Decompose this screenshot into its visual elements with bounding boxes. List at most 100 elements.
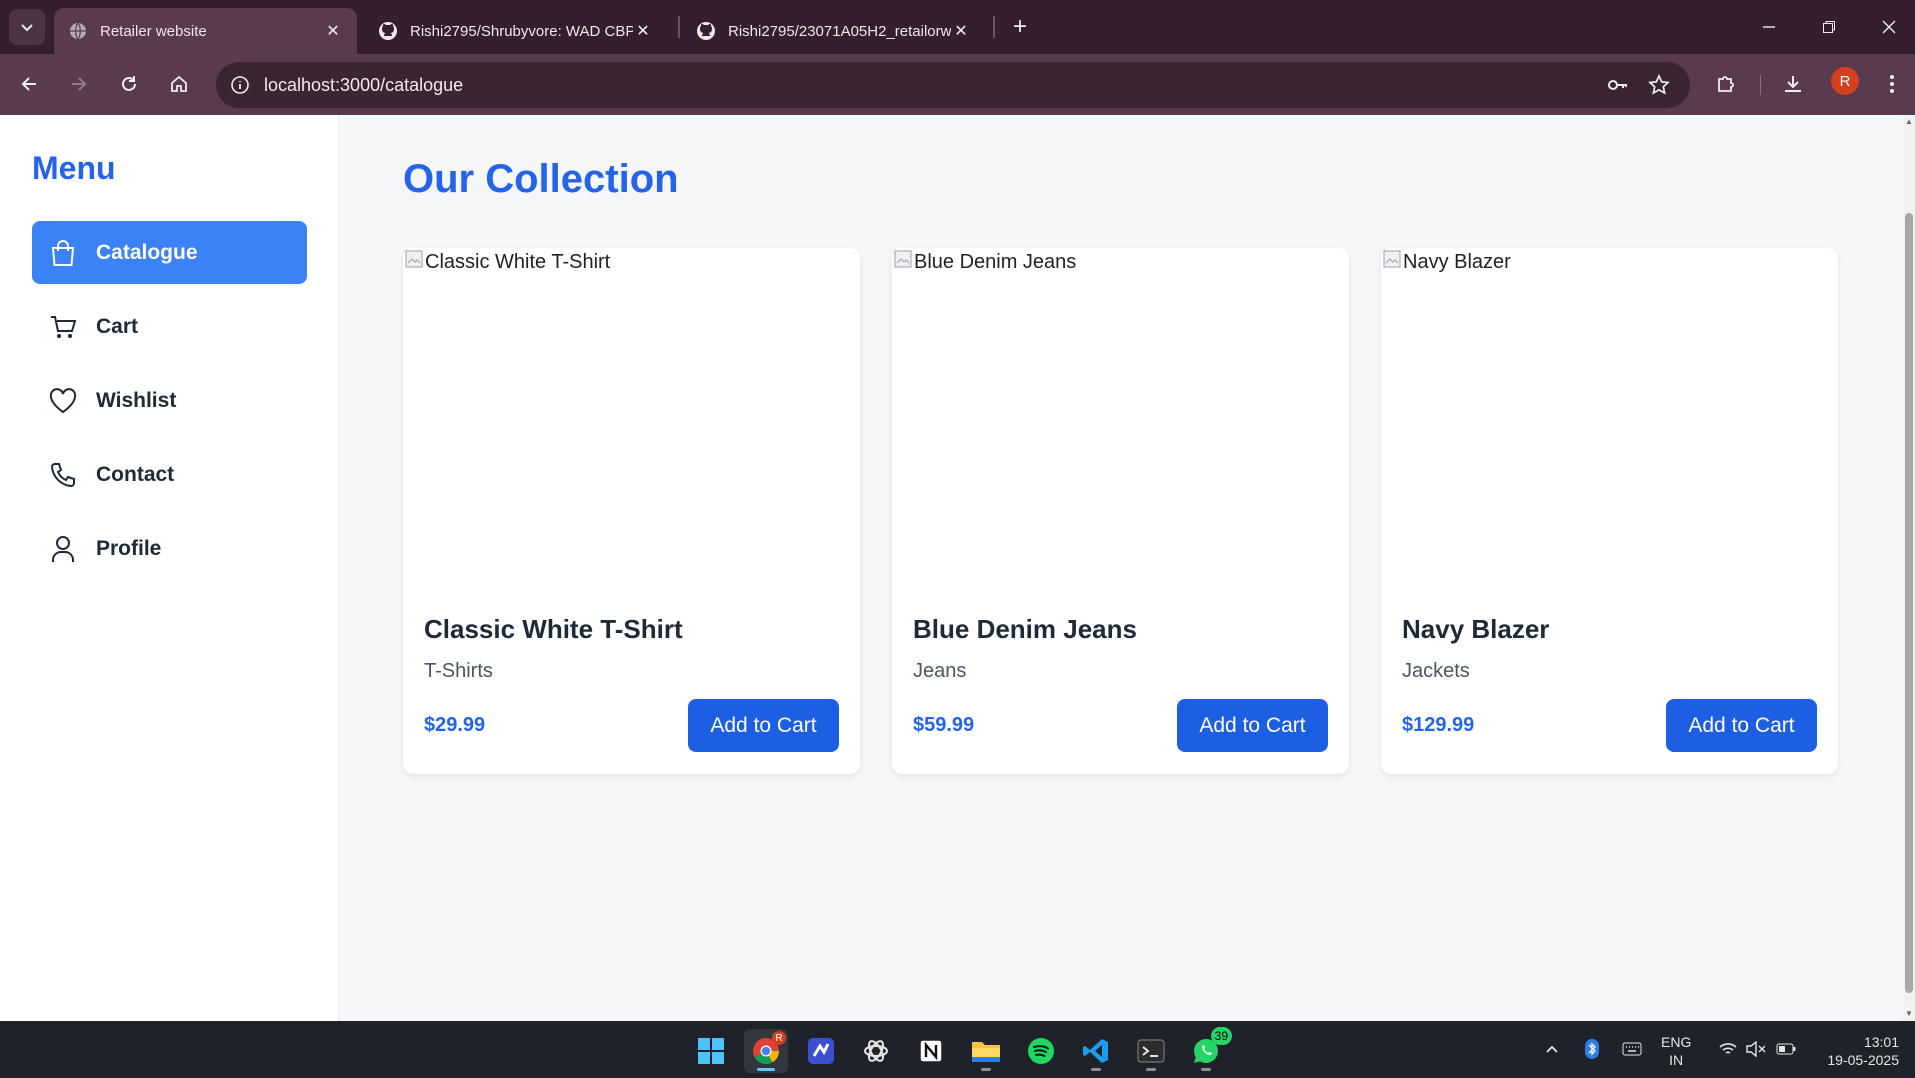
taskbar-whatsapp[interactable]: 39 bbox=[1184, 1027, 1232, 1073]
site-info-icon[interactable] bbox=[228, 73, 252, 97]
password-key-icon[interactable] bbox=[1604, 71, 1632, 99]
bookmark-star-icon[interactable] bbox=[1645, 71, 1673, 99]
url-text[interactable]: localhost:3000/catalogue bbox=[264, 75, 463, 96]
page-title: Our Collection bbox=[403, 157, 679, 201]
globe-icon bbox=[68, 21, 88, 41]
add-to-cart-button[interactable]: Add to Cart bbox=[1666, 699, 1817, 752]
sidebar: Menu Catalogue Cart Wishlist Contact Pro… bbox=[0, 115, 339, 1021]
minimize-icon bbox=[1763, 26, 1775, 28]
address-bar[interactable]: localhost:3000/catalogue bbox=[216, 62, 1690, 108]
close-icon[interactable]: ✕ bbox=[323, 21, 343, 41]
profile-avatar[interactable]: R bbox=[1831, 67, 1859, 95]
page-scrollbar[interactable]: ▲ ▼ bbox=[1903, 115, 1915, 1021]
wifi-icon[interactable] bbox=[1717, 1038, 1739, 1060]
taskbar-chrome[interactable]: R bbox=[744, 1029, 788, 1073]
tab-title: Rishi2795/Shrubyvore: WAD CBP bbox=[410, 22, 633, 40]
product-card: Blue Denim Jeans Blue Denim Jeans Jeans … bbox=[892, 248, 1349, 774]
clock[interactable]: 13:01 19-05-2025 bbox=[1815, 1033, 1899, 1069]
region-code: IN bbox=[1669, 1052, 1684, 1068]
linear-app-icon bbox=[808, 1038, 834, 1064]
running-indicator bbox=[1201, 1068, 1211, 1071]
toolbar-divider bbox=[1760, 75, 1761, 95]
sidebar-item-label: Catalogue bbox=[96, 240, 198, 264]
tab-separator bbox=[993, 16, 995, 38]
taskbar-terminal[interactable] bbox=[1129, 1029, 1173, 1073]
scrollbar-thumb[interactable] bbox=[1905, 213, 1913, 993]
browser-menu-button[interactable] bbox=[1874, 66, 1910, 102]
show-hidden-icons-button[interactable] bbox=[1542, 1038, 1562, 1060]
clock-time: 13:01 bbox=[1863, 1034, 1899, 1050]
bluetooth-icon[interactable] bbox=[1582, 1038, 1602, 1060]
scroll-up-icon[interactable]: ▲ bbox=[1904, 117, 1914, 127]
close-icon bbox=[1882, 20, 1896, 34]
clock-date: 19-05-2025 bbox=[1827, 1052, 1899, 1068]
product-name: Classic White T-Shirt bbox=[424, 614, 683, 644]
tab-github-shrubyvore[interactable]: Rishi2795/Shrubyvore: WAD CBP ✕ bbox=[364, 8, 667, 54]
notification-badge: 39 bbox=[1210, 1027, 1232, 1045]
sidebar-item-profile[interactable]: Profile bbox=[32, 517, 307, 580]
close-icon[interactable]: ✕ bbox=[633, 21, 653, 41]
language-indicator[interactable]: ENG IN bbox=[1661, 1033, 1691, 1069]
product-price: $129.99 bbox=[1402, 714, 1475, 736]
product-card: Classic White T-Shirt Classic White T-Sh… bbox=[403, 248, 860, 774]
tab-github-retailor[interactable]: Rishi2795/23071A05H2_retailorwe ✕ bbox=[682, 8, 985, 54]
arrow-left-icon bbox=[21, 77, 36, 91]
close-icon[interactable]: ✕ bbox=[951, 21, 971, 41]
sidebar-item-cart[interactable]: Cart bbox=[32, 295, 307, 358]
downloads-button[interactable] bbox=[1775, 66, 1811, 102]
sidebar-item-label: Cart bbox=[96, 314, 139, 338]
sidebar-item-catalogue[interactable]: Catalogue bbox=[32, 221, 307, 284]
sidebar-item-wishlist[interactable]: Wishlist bbox=[32, 369, 307, 432]
home-button[interactable] bbox=[161, 66, 197, 102]
product-image: Blue Denim Jeans bbox=[892, 248, 1349, 588]
add-to-cart-button[interactable]: Add to Cart bbox=[688, 699, 839, 752]
windows-icon bbox=[698, 1038, 724, 1064]
reload-icon bbox=[122, 76, 136, 91]
taskbar-file-explorer[interactable] bbox=[964, 1029, 1008, 1073]
taskbar-notion[interactable] bbox=[909, 1029, 953, 1073]
taskbar-linear[interactable] bbox=[799, 1029, 843, 1073]
tab-retailer-website[interactable]: Retailer website ✕ bbox=[54, 8, 357, 54]
minimize-button[interactable] bbox=[1749, 10, 1789, 44]
extensions-button[interactable] bbox=[1708, 66, 1744, 102]
sidebar-item-contact[interactable]: Contact bbox=[32, 443, 307, 506]
start-button[interactable] bbox=[689, 1029, 733, 1073]
keyboard-icon[interactable] bbox=[1620, 1038, 1644, 1060]
arrow-right-icon bbox=[72, 77, 87, 91]
tab-separator bbox=[678, 16, 680, 38]
close-window-button[interactable] bbox=[1869, 10, 1909, 44]
chatgpt-icon bbox=[864, 1040, 888, 1062]
more-vertical-icon bbox=[1890, 75, 1894, 93]
taskbar-spotify[interactable] bbox=[1019, 1029, 1063, 1073]
forward-button[interactable] bbox=[61, 66, 97, 102]
taskbar-vscode[interactable] bbox=[1074, 1029, 1118, 1073]
tab-search-button[interactable] bbox=[9, 9, 45, 45]
taskbar-chatgpt[interactable] bbox=[854, 1029, 898, 1073]
volume-muted-icon[interactable] bbox=[1745, 1038, 1767, 1060]
running-indicator bbox=[981, 1068, 991, 1071]
chevron-up-icon bbox=[1546, 1045, 1558, 1053]
github-icon bbox=[696, 21, 716, 41]
scroll-down-icon[interactable]: ▼ bbox=[1904, 1009, 1914, 1019]
product-name: Navy Blazer bbox=[1402, 614, 1550, 644]
broken-image-icon bbox=[403, 248, 425, 270]
product-name: Blue Denim Jeans bbox=[913, 614, 1137, 644]
reload-button[interactable] bbox=[111, 66, 147, 102]
new-tab-button[interactable]: + bbox=[1005, 12, 1035, 42]
terminal-icon bbox=[1137, 1039, 1165, 1063]
restore-icon bbox=[1823, 21, 1835, 33]
sidebar-item-label: Wishlist bbox=[96, 388, 177, 412]
chrome-profile-badge: R bbox=[772, 1031, 786, 1045]
broken-image-icon bbox=[892, 248, 914, 270]
product-category: Jackets bbox=[1402, 660, 1470, 682]
browser-tab-bar: Retailer website ✕ Rishi2795/Shrubyvore:… bbox=[0, 0, 1915, 54]
phone-icon bbox=[48, 460, 78, 490]
browser-toolbar: localhost:3000/catalogue R bbox=[0, 54, 1915, 115]
running-indicator bbox=[1146, 1068, 1156, 1071]
product-category: Jeans bbox=[913, 660, 967, 682]
battery-icon[interactable] bbox=[1775, 1038, 1797, 1060]
add-to-cart-button[interactable]: Add to Cart bbox=[1177, 699, 1328, 752]
restore-button[interactable] bbox=[1809, 10, 1849, 44]
back-button[interactable] bbox=[11, 66, 47, 102]
image-alt-text: Blue Denim Jeans bbox=[914, 251, 1077, 273]
